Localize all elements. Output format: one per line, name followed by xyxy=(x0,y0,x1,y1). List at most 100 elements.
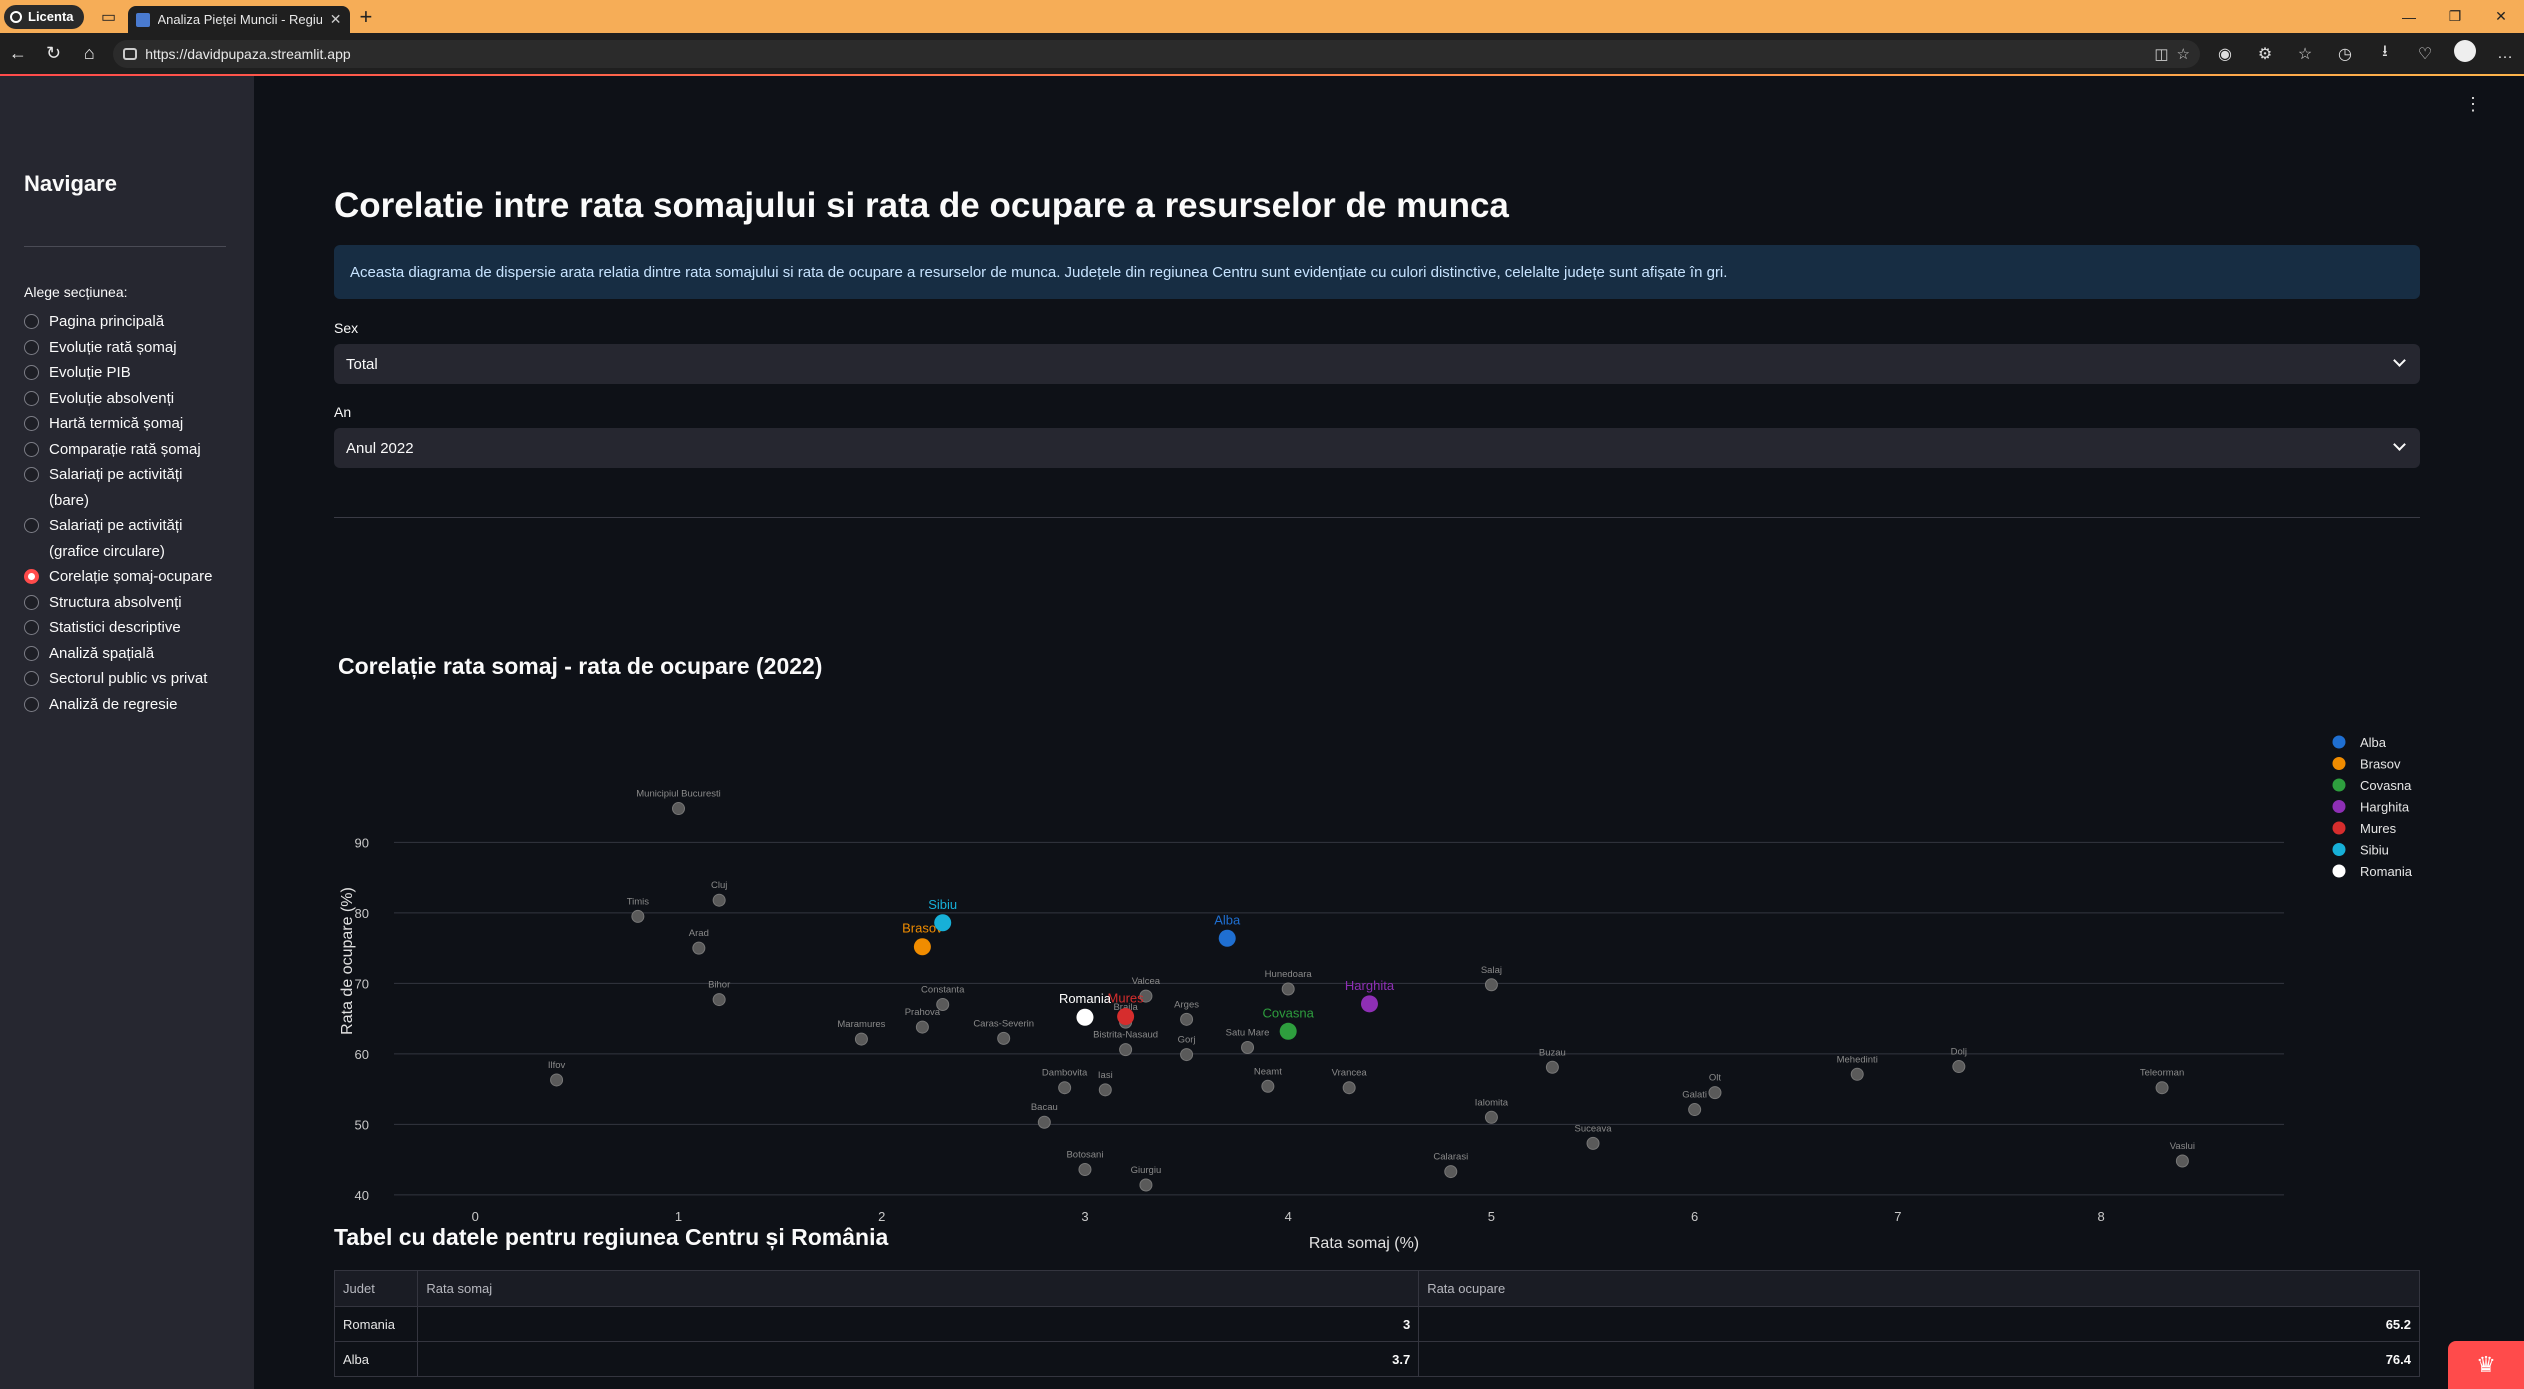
legend-marker[interactable] xyxy=(2332,778,2346,792)
profile-button[interactable]: Licenta xyxy=(4,4,84,29)
legend-label[interactable]: Mures xyxy=(2360,821,2397,836)
split-view-icon[interactable]: ◫ xyxy=(2154,45,2168,63)
legend-marker[interactable] xyxy=(2332,735,2346,749)
data-point[interactable] xyxy=(1180,1048,1194,1062)
data-point[interactable] xyxy=(1098,1083,1112,1097)
data-point[interactable] xyxy=(1037,1115,1051,1129)
radio-circle-icon[interactable] xyxy=(24,671,39,686)
reload-icon[interactable]: ↻ xyxy=(36,43,72,64)
data-point[interactable] xyxy=(1342,1081,1356,1095)
copilot-icon[interactable]: ◉ xyxy=(2206,40,2244,67)
data-point[interactable] xyxy=(1180,1012,1194,1026)
data-point-highlight[interactable] xyxy=(934,914,952,932)
sex-select[interactable]: Total xyxy=(334,344,2420,384)
radio-circle-icon[interactable] xyxy=(24,441,39,457)
app-menu-icon[interactable]: ⋮ xyxy=(2464,94,2482,115)
new-tab-icon[interactable]: + xyxy=(360,4,373,30)
workspaces-icon[interactable]: ▭ xyxy=(96,4,122,30)
radio-option[interactable]: Analiză spațială xyxy=(24,641,224,667)
table-row[interactable]: Romania 3 65.2 xyxy=(333,1306,2420,1342)
radio-option[interactable]: Statistici descriptive xyxy=(24,615,224,641)
data-point[interactable] xyxy=(692,941,706,955)
legend-label[interactable]: Covasna xyxy=(2360,778,2412,793)
data-point[interactable] xyxy=(1119,1043,1133,1057)
radio-option[interactable]: Pagina principală xyxy=(24,309,224,335)
data-point[interactable] xyxy=(1708,1086,1722,1100)
close-window-icon[interactable]: ✕ xyxy=(2478,0,2524,33)
radio-circle-icon[interactable] xyxy=(24,314,39,329)
home-icon[interactable]: ⌂ xyxy=(71,43,107,64)
data-point[interactable] xyxy=(1688,1103,1702,1117)
data-point-highlight[interactable] xyxy=(1076,1008,1094,1026)
streamlit-crown-icon[interactable]: ♛ xyxy=(2448,1341,2524,1389)
browser-tab[interactable]: Analiza Pieței Muncii - Regiunea C ✕ xyxy=(127,6,350,33)
radio-option[interactable]: Hartă termică șomaj xyxy=(24,411,224,437)
data-point[interactable] xyxy=(915,1020,929,1034)
downloads-icon[interactable]: ⭳ xyxy=(2366,40,2404,67)
radio-circle-icon[interactable] xyxy=(24,365,39,380)
legend-label[interactable]: Sibiu xyxy=(2360,843,2389,858)
radio-circle-icon[interactable] xyxy=(24,390,39,406)
url-input[interactable]: https://davidpupaza.streamlit.app ◫ ☆ xyxy=(113,39,2200,68)
data-point[interactable] xyxy=(1545,1060,1559,1074)
data-point[interactable] xyxy=(1281,982,1295,996)
radio-circle-icon[interactable] xyxy=(24,645,39,661)
legend-label[interactable]: Brasov xyxy=(2360,757,2401,772)
data-table[interactable]: Judet Rata somaj Rata ocupare Romania 3 65.2… xyxy=(333,1270,2420,1377)
radio-option[interactable]: Salariați pe activități (bare) xyxy=(24,462,224,513)
data-point[interactable] xyxy=(1058,1081,1072,1095)
data-point[interactable] xyxy=(997,1031,1011,1045)
favorite-star-icon[interactable]: ☆ xyxy=(2177,45,2190,63)
data-point[interactable] xyxy=(672,802,686,816)
radio-option[interactable]: Sectorul public vs privat xyxy=(24,666,224,692)
browser-essentials-icon[interactable]: ♡ xyxy=(2406,40,2444,67)
data-point[interactable] xyxy=(1484,978,1498,992)
extensions-icon[interactable]: ⚙ xyxy=(2246,40,2284,67)
legend-marker[interactable] xyxy=(2332,864,2346,878)
radio-option[interactable]: Evoluție absolvenți xyxy=(24,386,224,412)
radio-option[interactable]: Salariați pe activități (grafice circula… xyxy=(24,513,224,564)
data-point[interactable] xyxy=(1261,1079,1275,1093)
data-point[interactable] xyxy=(1444,1165,1458,1179)
legend-marker[interactable] xyxy=(2332,843,2346,856)
radio-circle-icon[interactable] xyxy=(24,594,39,610)
radio-option[interactable]: Analiză de regresie xyxy=(24,692,224,718)
data-point[interactable] xyxy=(1078,1162,1092,1176)
menu-dots-icon[interactable]: … xyxy=(2486,40,2524,67)
history-icon[interactable]: ◷ xyxy=(2326,40,2364,67)
radio-circle-icon[interactable] xyxy=(24,467,39,482)
maximize-icon[interactable]: ❐ xyxy=(2432,0,2478,33)
legend-marker[interactable] xyxy=(2332,800,2346,813)
data-point-highlight[interactable] xyxy=(1279,1022,1297,1040)
minimize-icon[interactable]: — xyxy=(2386,0,2432,33)
table-header-cell[interactable]: Judet xyxy=(333,1270,419,1307)
radio-option[interactable]: Evoluție rată șomaj xyxy=(24,335,224,361)
site-info-icon[interactable] xyxy=(123,47,138,60)
legend-marker[interactable] xyxy=(2332,757,2346,770)
scatter-chart[interactable]: Corelație rata somaj - rata de ocupare (… xyxy=(334,556,2420,1276)
data-point[interactable] xyxy=(2175,1154,2189,1168)
back-icon[interactable]: ← xyxy=(0,43,36,64)
data-point[interactable] xyxy=(712,893,726,907)
data-point[interactable] xyxy=(1850,1067,1864,1081)
scatter-chart-svg[interactable]: Corelație rata somaj - rata de ocupare (… xyxy=(334,556,2420,1276)
data-point-highlight[interactable] xyxy=(1218,929,1236,947)
data-point-highlight[interactable] xyxy=(1360,995,1378,1013)
data-point[interactable] xyxy=(1139,1178,1153,1192)
legend-marker[interactable] xyxy=(2332,821,2346,835)
data-point-highlight[interactable] xyxy=(1117,1008,1135,1026)
data-point[interactable] xyxy=(1586,1136,1600,1150)
legend-label[interactable]: Romania xyxy=(2360,864,2413,879)
data-point[interactable] xyxy=(631,909,645,923)
data-point[interactable] xyxy=(712,993,726,1007)
radio-circle-icon[interactable] xyxy=(24,518,39,533)
legend-label[interactable]: Alba xyxy=(2360,735,2387,750)
year-select[interactable]: Anul 2022 xyxy=(334,428,2420,468)
data-point-highlight[interactable] xyxy=(913,938,931,956)
data-point[interactable] xyxy=(1952,1060,1966,1074)
table-row[interactable]: Alba 3.7 76.4 xyxy=(333,1341,2420,1377)
radio-option[interactable]: Evoluție PIB xyxy=(24,360,224,386)
account-avatar-icon[interactable] xyxy=(2453,40,2476,62)
radio-circle-icon[interactable] xyxy=(24,569,39,584)
table-header-cell[interactable]: Rata ocupare xyxy=(1418,1270,2420,1307)
